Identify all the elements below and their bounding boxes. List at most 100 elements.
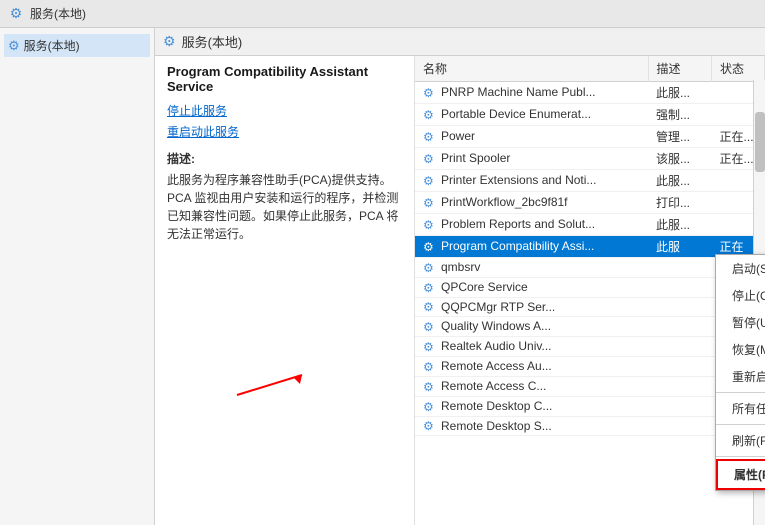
service-row-icon: ⚙: [423, 174, 437, 188]
context-menu-item-stop[interactable]: 停止(O): [716, 282, 765, 309]
service-name-cell: ⚙Program Compatibility Assi...: [415, 236, 648, 258]
service-row-icon: ⚙: [423, 380, 437, 394]
context-menu-item-properties[interactable]: 属性(R): [716, 459, 765, 490]
table-row[interactable]: ⚙qmbsrv: [415, 258, 765, 278]
col-status[interactable]: 状态: [712, 56, 765, 82]
service-row-icon: ⚙: [423, 419, 437, 433]
service-name-cell: ⚙Remote Desktop C...: [415, 396, 648, 416]
service-row-icon: ⚙: [423, 108, 437, 122]
service-desc-cell: [648, 396, 712, 416]
services-icon: ⚙: [8, 38, 20, 54]
service-desc-cell: 此服...: [648, 214, 712, 236]
context-menu-label: 重新启动(E): [732, 368, 765, 385]
table-row[interactable]: ⚙Remote Access C...: [415, 376, 765, 396]
context-menu-label: 暂停(U): [732, 314, 765, 331]
service-desc-cell: 此服...: [648, 170, 712, 192]
service-title: Program Compatibility Assistant Service: [167, 64, 402, 94]
service-desc-cell: 该服...: [648, 148, 712, 170]
service-desc-cell: [648, 376, 712, 396]
col-desc[interactable]: 描述: [648, 56, 712, 82]
service-name-cell: ⚙qmbsrv: [415, 258, 648, 278]
context-menu-item-refresh[interactable]: 刷新(F): [716, 427, 765, 454]
service-desc-cell: [648, 317, 712, 337]
table-header-row: 名称 描述 状态: [415, 56, 765, 82]
table-row[interactable]: ⚙Realtek Audio Univ...: [415, 337, 765, 357]
title-bar-icon: ⚙: [8, 6, 24, 22]
desc-title: 描述:: [167, 150, 402, 167]
context-menu-item-all-tasks[interactable]: 所有任务(K)▶: [716, 395, 765, 422]
context-menu-item-pause[interactable]: 暂停(U): [716, 309, 765, 336]
service-row-icon: ⚙: [423, 300, 437, 314]
content-header-icon: ⚙: [163, 33, 176, 50]
service-desc-cell: [648, 277, 712, 297]
stop-service-link[interactable]: 停止此服务: [167, 102, 402, 119]
service-desc-cell: [648, 357, 712, 377]
sidebar-item-services[interactable]: ⚙ 服务(本地): [4, 34, 150, 57]
service-row-icon: ⚙: [423, 218, 437, 232]
service-name-cell: ⚙Problem Reports and Solut...: [415, 214, 648, 236]
table-row[interactable]: ⚙QQPCMgr RTP Ser...: [415, 297, 765, 317]
context-menu: 启动(S) 停止(O) 暂停(U) 恢复(M) 重新启动(E) 所有任务(K)▶ 刷新(F)…: [715, 254, 765, 491]
service-row-icon: ⚙: [423, 320, 437, 334]
service-desc-cell: 此服: [648, 236, 712, 258]
service-row-icon: ⚙: [423, 196, 437, 210]
table-row[interactable]: ⚙Remote Access Au...: [415, 357, 765, 377]
table-row[interactable]: ⚙Power管理...正在...: [415, 126, 765, 148]
context-menu-separator: [716, 456, 765, 457]
content-header: ⚙ 服务(本地): [155, 28, 765, 56]
table-row[interactable]: ⚙Portable Device Enumerat...强制...: [415, 104, 765, 126]
service-name-cell: ⚙QPCore Service: [415, 277, 648, 297]
table-row[interactable]: ⚙Remote Desktop S...: [415, 416, 765, 436]
service-desc-cell: [648, 416, 712, 436]
title-bar: ⚙ 服务(本地): [0, 0, 765, 28]
table-row[interactable]: ⚙PNRP Machine Name Publ...此服...: [415, 82, 765, 104]
service-row-icon: ⚙: [423, 400, 437, 414]
service-name-cell: ⚙Print Spooler: [415, 148, 648, 170]
service-row-icon: ⚙: [423, 86, 437, 100]
context-menu-item-start[interactable]: 启动(S): [716, 255, 765, 282]
desc-text: 此服务为程序兼容性助手(PCA)提供支持。PCA 监视由用户安装和运行的程序，并…: [167, 171, 402, 243]
main-split: Program Compatibility Assistant Service …: [155, 56, 765, 525]
context-menu-label: 恢复(M): [732, 341, 765, 358]
main-container: ⚙ 服务(本地) ⚙ 服务(本地) Program Compatibility …: [0, 28, 765, 525]
table-row[interactable]: ⚙Quality Windows A...: [415, 317, 765, 337]
context-menu-item-restart[interactable]: 重新启动(E): [716, 363, 765, 390]
service-name-cell: ⚙PNRP Machine Name Publ...: [415, 82, 648, 104]
service-name-cell: ⚙Remote Access C...: [415, 376, 648, 396]
table-row[interactable]: ⚙Printer Extensions and Noti...此服...: [415, 170, 765, 192]
service-name-cell: ⚙Remote Access Au...: [415, 357, 648, 377]
table-row[interactable]: ⚙Problem Reports and Solut...此服...: [415, 214, 765, 236]
service-desc-cell: [648, 297, 712, 317]
service-desc-cell: 强制...: [648, 104, 712, 126]
context-menu-label: 属性(R): [734, 466, 765, 483]
title-bar-text: 服务(本地): [30, 5, 86, 22]
context-menu-item-resume[interactable]: 恢复(M): [716, 336, 765, 363]
service-name-cell: ⚙PrintWorkflow_2bc9f81f: [415, 192, 648, 214]
content-header-text: 服务(本地): [182, 32, 243, 51]
context-menu-separator: [716, 392, 765, 393]
context-menu-label: 刷新(F): [732, 432, 765, 449]
context-menu-separator: [716, 424, 765, 425]
right-panel: 名称 描述 状态 ⚙PNRP Machine Name Publ...此服...…: [415, 56, 765, 525]
service-row-icon: ⚙: [423, 152, 437, 166]
service-row-icon: ⚙: [423, 261, 437, 275]
table-row[interactable]: ⚙PrintWorkflow_2bc9f81f打印...: [415, 192, 765, 214]
table-row[interactable]: ⚙Print Spooler该服...正在...: [415, 148, 765, 170]
table-row[interactable]: ⚙Remote Desktop C...: [415, 396, 765, 416]
table-row[interactable]: ⚙QPCore Service: [415, 277, 765, 297]
sidebar: ⚙ 服务(本地): [0, 28, 155, 525]
scroll-thumb[interactable]: [755, 112, 765, 172]
service-name-cell: ⚙Realtek Audio Univ...: [415, 337, 648, 357]
service-desc-cell: [648, 337, 712, 357]
restart-service-link[interactable]: 重启动此服务: [167, 123, 402, 140]
context-menu-label: 所有任务(K): [732, 400, 765, 417]
table-row[interactable]: ⚙Program Compatibility Assi...此服正在: [415, 236, 765, 258]
service-desc-cell: [648, 258, 712, 278]
service-row-icon: ⚙: [423, 281, 437, 295]
content-area: ⚙ 服务(本地) Program Compatibility Assistant…: [155, 28, 765, 525]
service-desc-cell: 打印...: [648, 192, 712, 214]
context-menu-label: 停止(O): [732, 287, 765, 304]
service-name-cell: ⚙QQPCMgr RTP Ser...: [415, 297, 648, 317]
col-name[interactable]: 名称: [415, 56, 648, 82]
service-table: 名称 描述 状态 ⚙PNRP Machine Name Publ...此服...…: [415, 56, 765, 436]
